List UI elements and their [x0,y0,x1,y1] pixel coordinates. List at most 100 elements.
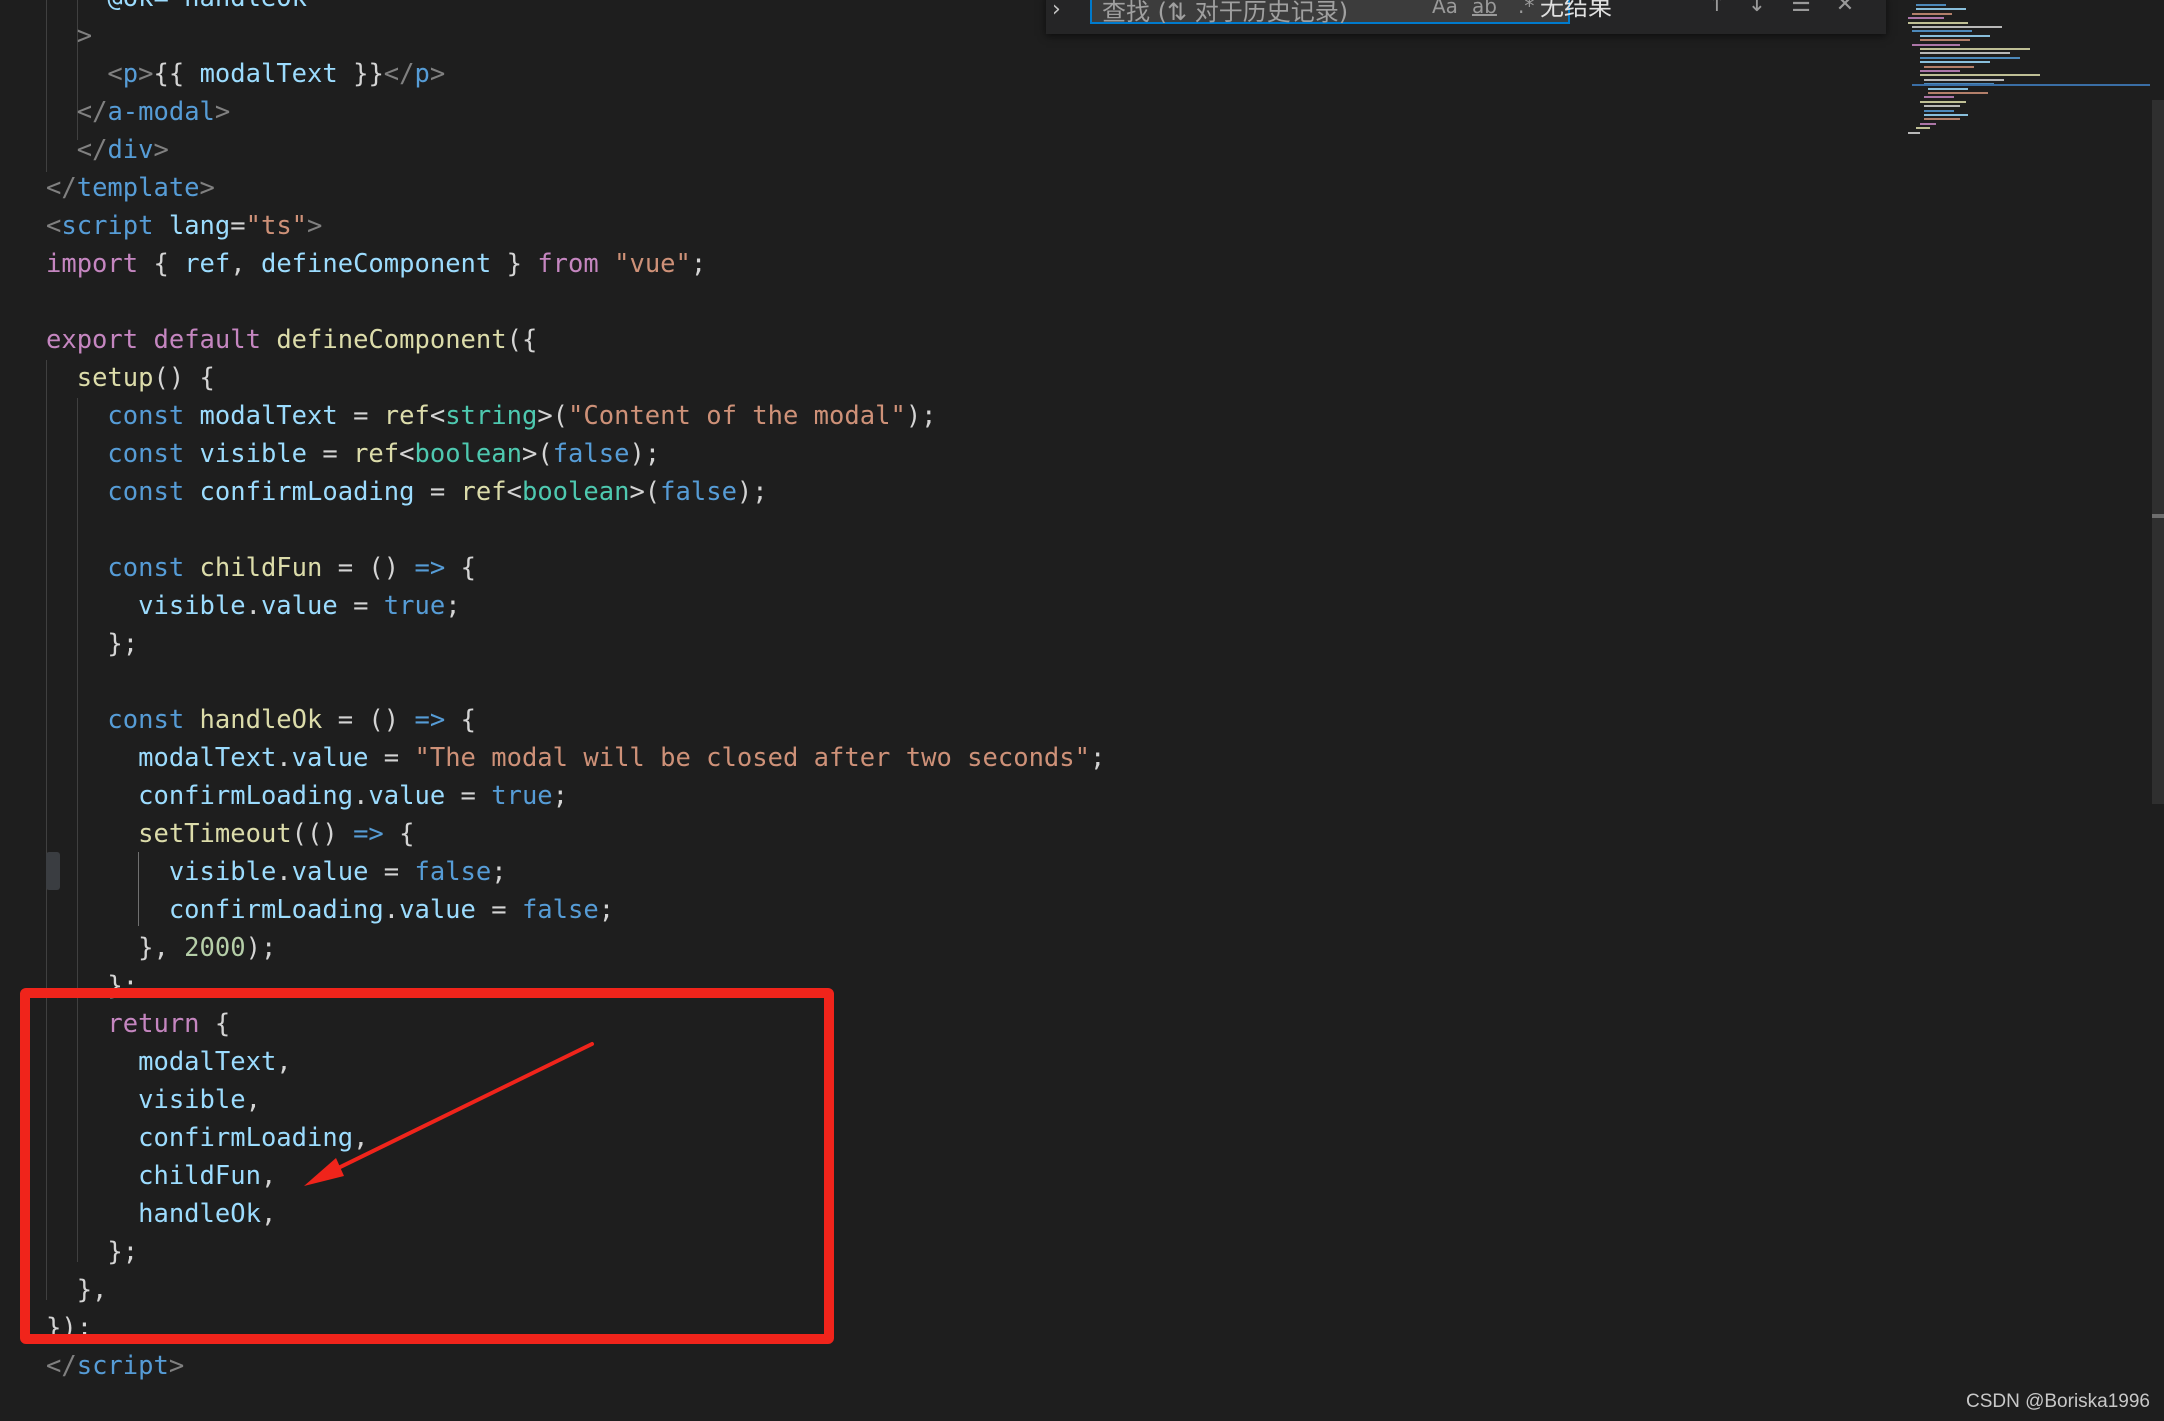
close-icon[interactable]: ✕ [1830,0,1860,20]
code-token: from [537,249,599,279]
code-line[interactable]: </template> [46,169,215,207]
whole-word-icon[interactable]: ab [1472,0,1497,18]
code-token: ({ [506,325,538,355]
code-line[interactable]: const handleOk = () => { [46,701,476,739]
code-token: . [245,591,261,621]
code-line[interactable]: modalText, [46,1043,292,1081]
code-token: handleOk [199,705,323,735]
find-input[interactable]: 查找 (⇅ 对于历史记录) Aa ab .* [1090,0,1570,26]
minimap-line [1924,118,1960,121]
code-token: . [276,857,292,887]
scrollbar-thumb[interactable] [2152,100,2164,804]
minimap-line [1912,12,1952,15]
code-token: }, [46,933,185,963]
code-token: . [353,781,369,811]
code-line[interactable]: }; [46,1233,138,1271]
code-token: export [46,325,139,355]
code-token: > [138,59,154,89]
code-token: defineComponent [260,249,492,279]
code-editor[interactable]: @ok="handleOk" > <p>{{ modalText }}</p> … [0,0,2164,1421]
code-line[interactable]: modalText.value = "The modal will be clo… [46,739,1105,777]
code-line[interactable]: }, 2000); [46,929,276,967]
code-line[interactable]: setTimeout(() => { [46,815,414,853]
chevron-right-icon[interactable]: › [1052,0,1072,26]
code-line[interactable]: import { ref, defineComponent } from "vu… [46,245,706,283]
code-line[interactable]: <script lang="ts"> [46,207,322,245]
code-token: childFun [138,1161,261,1191]
code-token: (() [291,819,354,849]
code-line[interactable]: return { [46,1005,230,1043]
code-line[interactable]: const visible = ref<boolean>(false); [46,435,660,473]
minimap-line [1908,17,1944,20]
code-line[interactable]: </script> [46,1347,184,1385]
code-token: a-modal [107,97,215,127]
code-line[interactable]: const confirmLoading = ref<boolean>(fals… [46,473,767,511]
code-line[interactable]: }); [46,1309,92,1347]
code-token: ); [245,933,277,963]
code-token: = [337,401,384,431]
code-line[interactable]: }, [46,1271,108,1309]
code-token: () { [153,363,215,393]
code-line[interactable]: confirmLoading.value = true; [46,777,568,815]
code-token: </ [383,59,415,89]
code-line[interactable]: const childFun = () => { [46,549,476,587]
match-case-icon[interactable]: Aa [1432,0,1458,18]
code-line[interactable]: setup() { [46,359,215,397]
code-line[interactable]: }; [46,967,138,1005]
arrow-up-icon[interactable]: ↑ [1702,0,1732,20]
code-token: => [353,819,384,849]
code-line[interactable]: export default defineComponent({ [46,321,537,359]
code-line[interactable]: confirmLoading, [46,1119,368,1157]
code-line[interactable]: visible, [46,1081,261,1119]
code-token: defineComponent [276,325,507,355]
code-token: }} [337,59,384,89]
minimap-line [1924,96,1954,99]
code-token: . [276,743,292,773]
code-token: script [61,211,154,241]
code-token: lang [168,211,231,241]
regex-icon[interactable]: .* [1518,0,1534,18]
minimap-line [1912,30,1972,33]
code-line[interactable]: childFun, [46,1157,276,1195]
code-token: false [660,477,737,507]
code-line[interactable]: <p>{{ modalText }}</p> [46,55,445,93]
code-line[interactable]: }; [46,625,138,663]
code-token: , [230,249,261,279]
code-token: ); [629,439,661,469]
code-token: > [199,173,215,203]
code-line[interactable]: visible.value = false; [46,853,507,891]
code-token: = [368,857,415,887]
code-line[interactable]: @ok="handleOk" [46,0,322,17]
code-token: => [414,553,446,583]
code-line[interactable]: handleOk, [46,1195,276,1233]
code-token: > [46,21,93,51]
code-line[interactable]: const modalText = ref<string>("Content o… [46,397,936,435]
code-line[interactable]: </div> [46,131,169,169]
minimap[interactable] [1900,0,2150,150]
minimap-line [1908,21,1968,24]
code-token: visible [168,857,277,887]
find-widget: › 查找 (⇅ 对于历史记录) Aa ab .* 无结果 ↑ ↓ ☰ ✕ [1046,0,1886,34]
code-token: false [414,857,492,887]
arrow-down-icon[interactable]: ↓ [1742,0,1772,20]
code-token: }; [46,1237,139,1267]
code-token: modalText [199,401,338,431]
code-line[interactable]: </a-modal> [46,93,231,131]
find-in-selection-icon[interactable]: ☰ [1786,0,1816,20]
code-token: setup [76,363,154,393]
code-line[interactable]: > [46,17,92,55]
minimap-line [1920,39,1970,42]
code-line[interactable]: visible.value = true; [46,587,460,625]
minimap-line [1920,52,2010,55]
code-line[interactable]: confirmLoading.value = false; [46,891,614,929]
